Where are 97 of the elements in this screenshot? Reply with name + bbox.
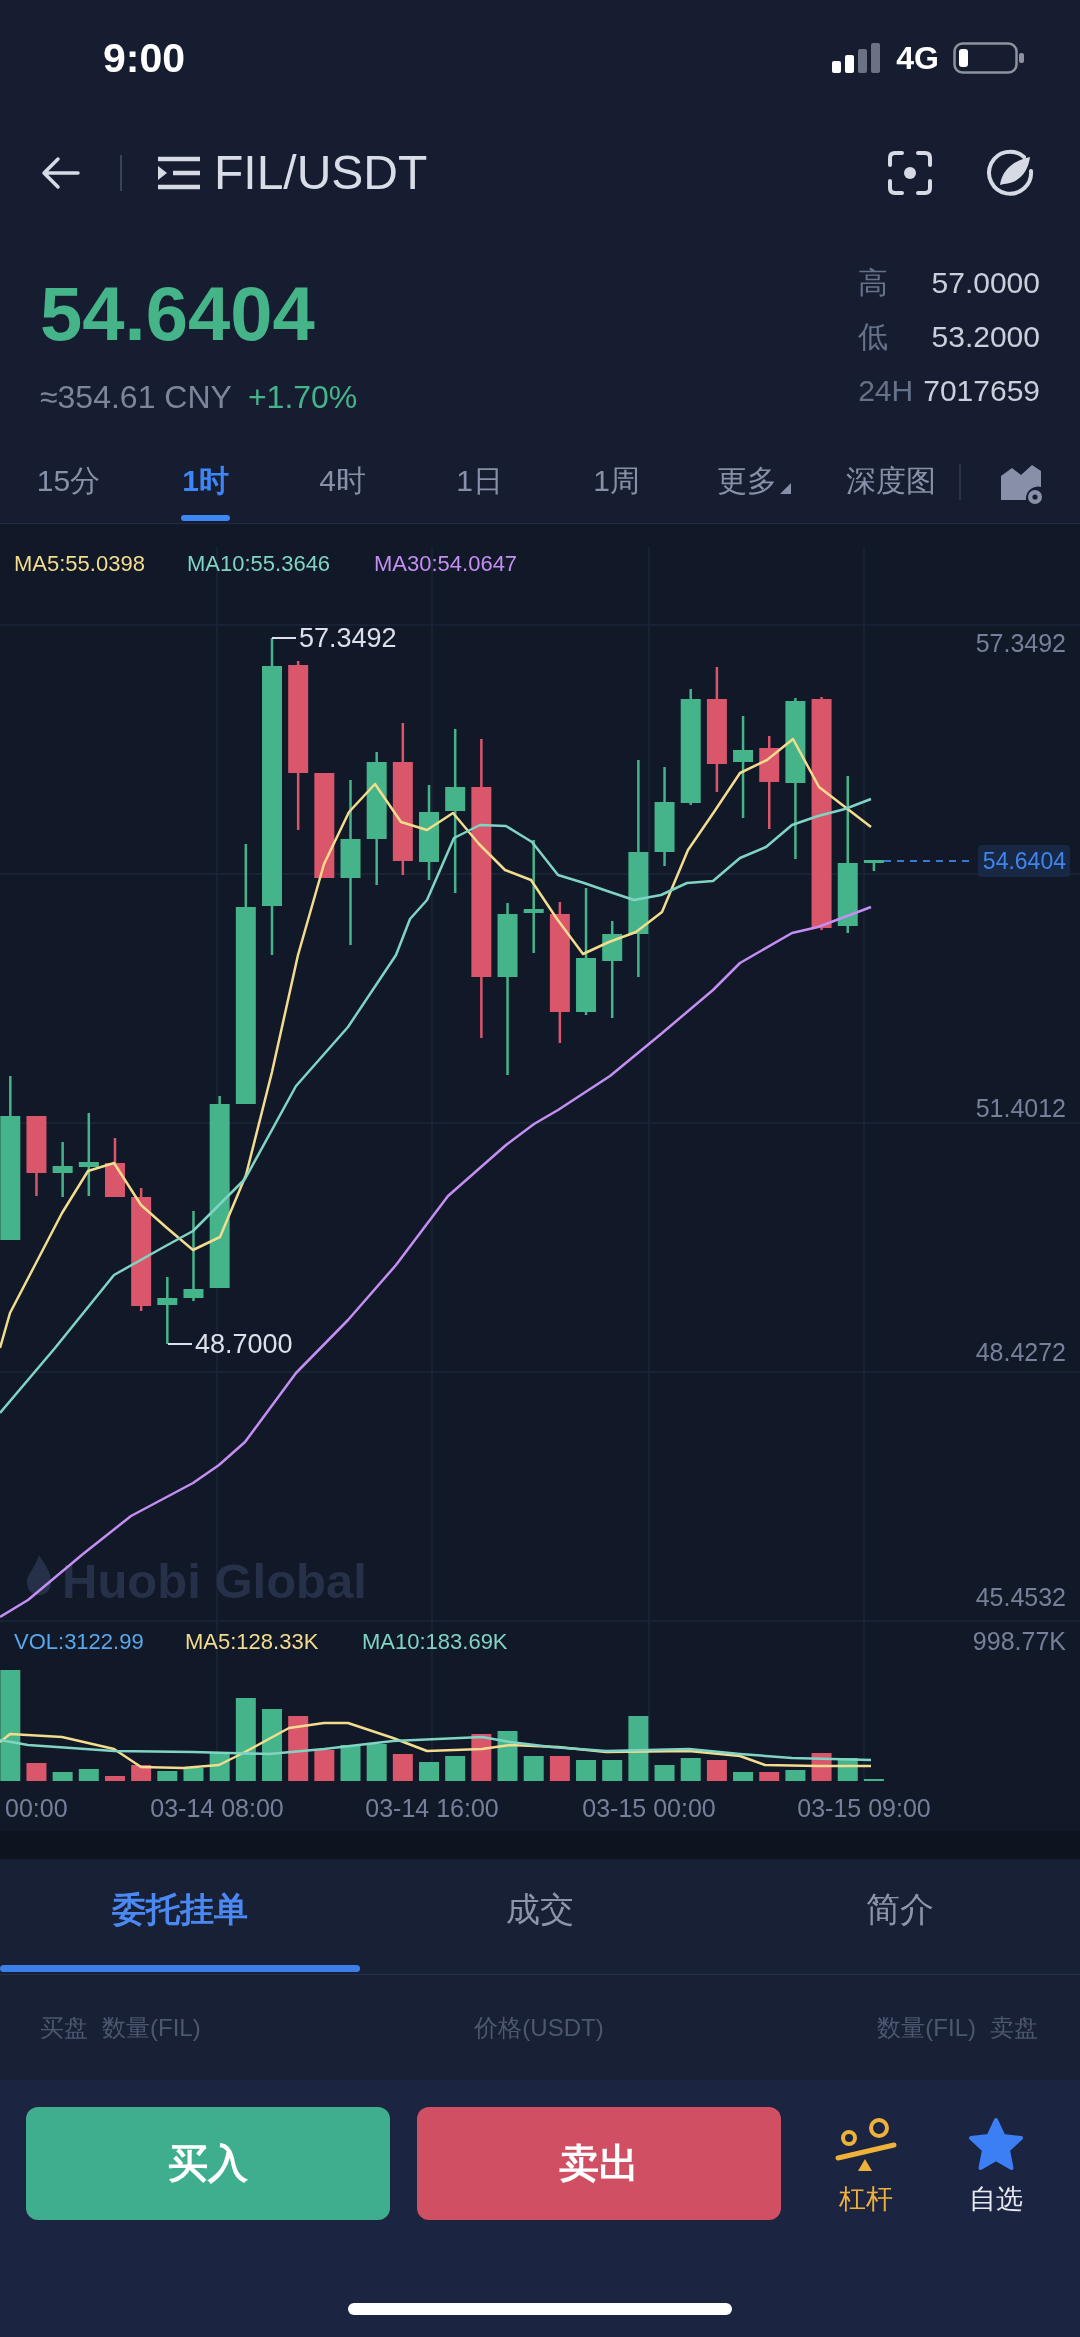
stat-label: 高 xyxy=(858,265,890,301)
share-button[interactable] xyxy=(986,148,1034,197)
pair-menu-button[interactable] xyxy=(158,155,200,190)
volume-bar xyxy=(576,1760,597,1781)
interval-tab[interactable]: 4时 xyxy=(274,440,411,523)
volume-bar xyxy=(131,1765,152,1781)
volume-bar xyxy=(157,1771,178,1781)
interval-tab[interactable]: 深度图 xyxy=(822,440,959,523)
panel-tab[interactable]: 成交 xyxy=(360,1859,720,1974)
candle xyxy=(863,860,884,871)
time-axis-label: 03-14 08:00 xyxy=(150,1794,284,1822)
column-header: 买盘 xyxy=(40,2012,88,2043)
network-label: 4G xyxy=(896,39,939,77)
interval-tab[interactable]: 1时 xyxy=(137,440,274,523)
volume-bar xyxy=(759,1772,780,1781)
column-header: 数量(FIL) xyxy=(102,2012,201,2043)
legend-label: MA10:55.3646 xyxy=(187,551,331,576)
volume-legend-label: VOL:3122.99 xyxy=(14,1629,144,1654)
volume-bar xyxy=(706,1760,727,1781)
cny-price: ≈354.61 CNY xyxy=(40,378,232,417)
volume-bar xyxy=(288,1716,309,1781)
volume-legend-label: MA5:128.33K xyxy=(185,1629,319,1654)
stat-value: 57.0000 xyxy=(930,265,1040,301)
volume-bar xyxy=(419,1762,439,1781)
volume-bar xyxy=(654,1765,675,1781)
panel-tab[interactable]: 委托挂单 xyxy=(0,1859,360,1974)
high-price-label: 57.3492 xyxy=(299,623,397,653)
volume-bar xyxy=(785,1770,806,1781)
volume-axis-label: 998.77K xyxy=(972,1627,1066,1655)
battery-icon xyxy=(953,42,1025,74)
back-button[interactable] xyxy=(40,155,80,190)
price-axis-label: 48.4272 xyxy=(975,1338,1066,1366)
interval-tab[interactable]: 1日 xyxy=(411,440,548,523)
list-menu-icon xyxy=(158,155,200,190)
volume-bar xyxy=(340,1745,361,1781)
interval-tab[interactable]: 15分 xyxy=(0,440,137,523)
volume-bar xyxy=(549,1756,570,1781)
legend-label: MA30:54.0647 xyxy=(374,551,518,576)
volume-bar xyxy=(366,1744,387,1781)
time-axis-label: 00:00 xyxy=(5,1794,68,1822)
favorite-button[interactable]: 自选 xyxy=(941,2107,1051,2217)
volume-bar xyxy=(105,1776,125,1781)
volume-bar xyxy=(262,1709,282,1781)
volume-bar xyxy=(445,1756,466,1781)
time-axis-label: 03-14 16:00 xyxy=(365,1794,499,1822)
stat-label: 24H xyxy=(858,373,914,409)
stat-label: 低 xyxy=(858,319,890,355)
candle xyxy=(105,1138,125,1197)
volume-bar xyxy=(183,1768,204,1781)
stat-value: 7017659 xyxy=(923,373,1040,409)
stat-value: 53.2000 xyxy=(930,319,1040,355)
volume-bar xyxy=(733,1772,754,1781)
panel-tab[interactable]: 简介 xyxy=(720,1859,1080,1974)
status-time: 9:00 xyxy=(103,34,186,82)
price-axis-label: 45.4532 xyxy=(975,1583,1066,1611)
volume-bar xyxy=(602,1760,623,1781)
signal-icon xyxy=(832,43,883,73)
leader-line xyxy=(167,1343,193,1345)
price-axis-label: 51.4012 xyxy=(975,1094,1066,1122)
leader-line xyxy=(271,637,297,639)
low-price-label: 48.7000 xyxy=(195,1329,293,1359)
volume-bar xyxy=(497,1731,518,1781)
interval-tab[interactable]: 1周 xyxy=(548,440,685,523)
time-axis-label: 03-15 00:00 xyxy=(582,1794,716,1822)
volume-bar xyxy=(392,1754,413,1781)
leaf-circle-icon xyxy=(986,148,1034,197)
price-axis-label: 57.3492 xyxy=(975,629,1066,657)
volume-bar xyxy=(78,1769,99,1781)
volume-bar xyxy=(314,1750,335,1781)
time-axis-label: 03-15 09:00 xyxy=(797,1794,931,1822)
column-header: 数量(FIL) xyxy=(877,2012,976,2043)
pair-title: FIL/USDT xyxy=(214,145,428,200)
last-price: 54.6404 xyxy=(40,276,316,352)
caret-icon xyxy=(779,483,791,494)
column-header: 卖盘 xyxy=(990,2012,1038,2043)
volume-legend-label: MA10:183.69K xyxy=(362,1629,508,1654)
candle xyxy=(52,1142,73,1197)
volume-bar xyxy=(680,1758,701,1781)
star-icon xyxy=(968,2117,1024,2171)
volume-bar xyxy=(52,1772,73,1781)
scan-button[interactable] xyxy=(888,150,932,195)
volume-bar xyxy=(523,1756,544,1781)
legend-label: MA5:55.0398 xyxy=(14,551,145,576)
scan-icon xyxy=(888,150,932,195)
volume-bar xyxy=(628,1716,649,1781)
sell-button[interactable]: 卖出 xyxy=(417,2107,781,2220)
price-change: +1.70% xyxy=(247,378,358,417)
seesaw-icon xyxy=(835,2117,897,2171)
last-price-tag: 54.6404 xyxy=(978,845,1070,877)
leverage-button[interactable]: 杠杆 xyxy=(811,2107,921,2217)
flame-icon xyxy=(27,1555,51,1595)
back-arrow-icon xyxy=(40,155,80,190)
column-header: 价格(USDT) xyxy=(474,2012,604,2043)
volume-bar xyxy=(26,1763,47,1781)
interval-tab[interactable]: 更多 xyxy=(685,440,822,523)
candle xyxy=(157,1277,178,1344)
buy-button[interactable]: 买入 xyxy=(26,2107,390,2220)
